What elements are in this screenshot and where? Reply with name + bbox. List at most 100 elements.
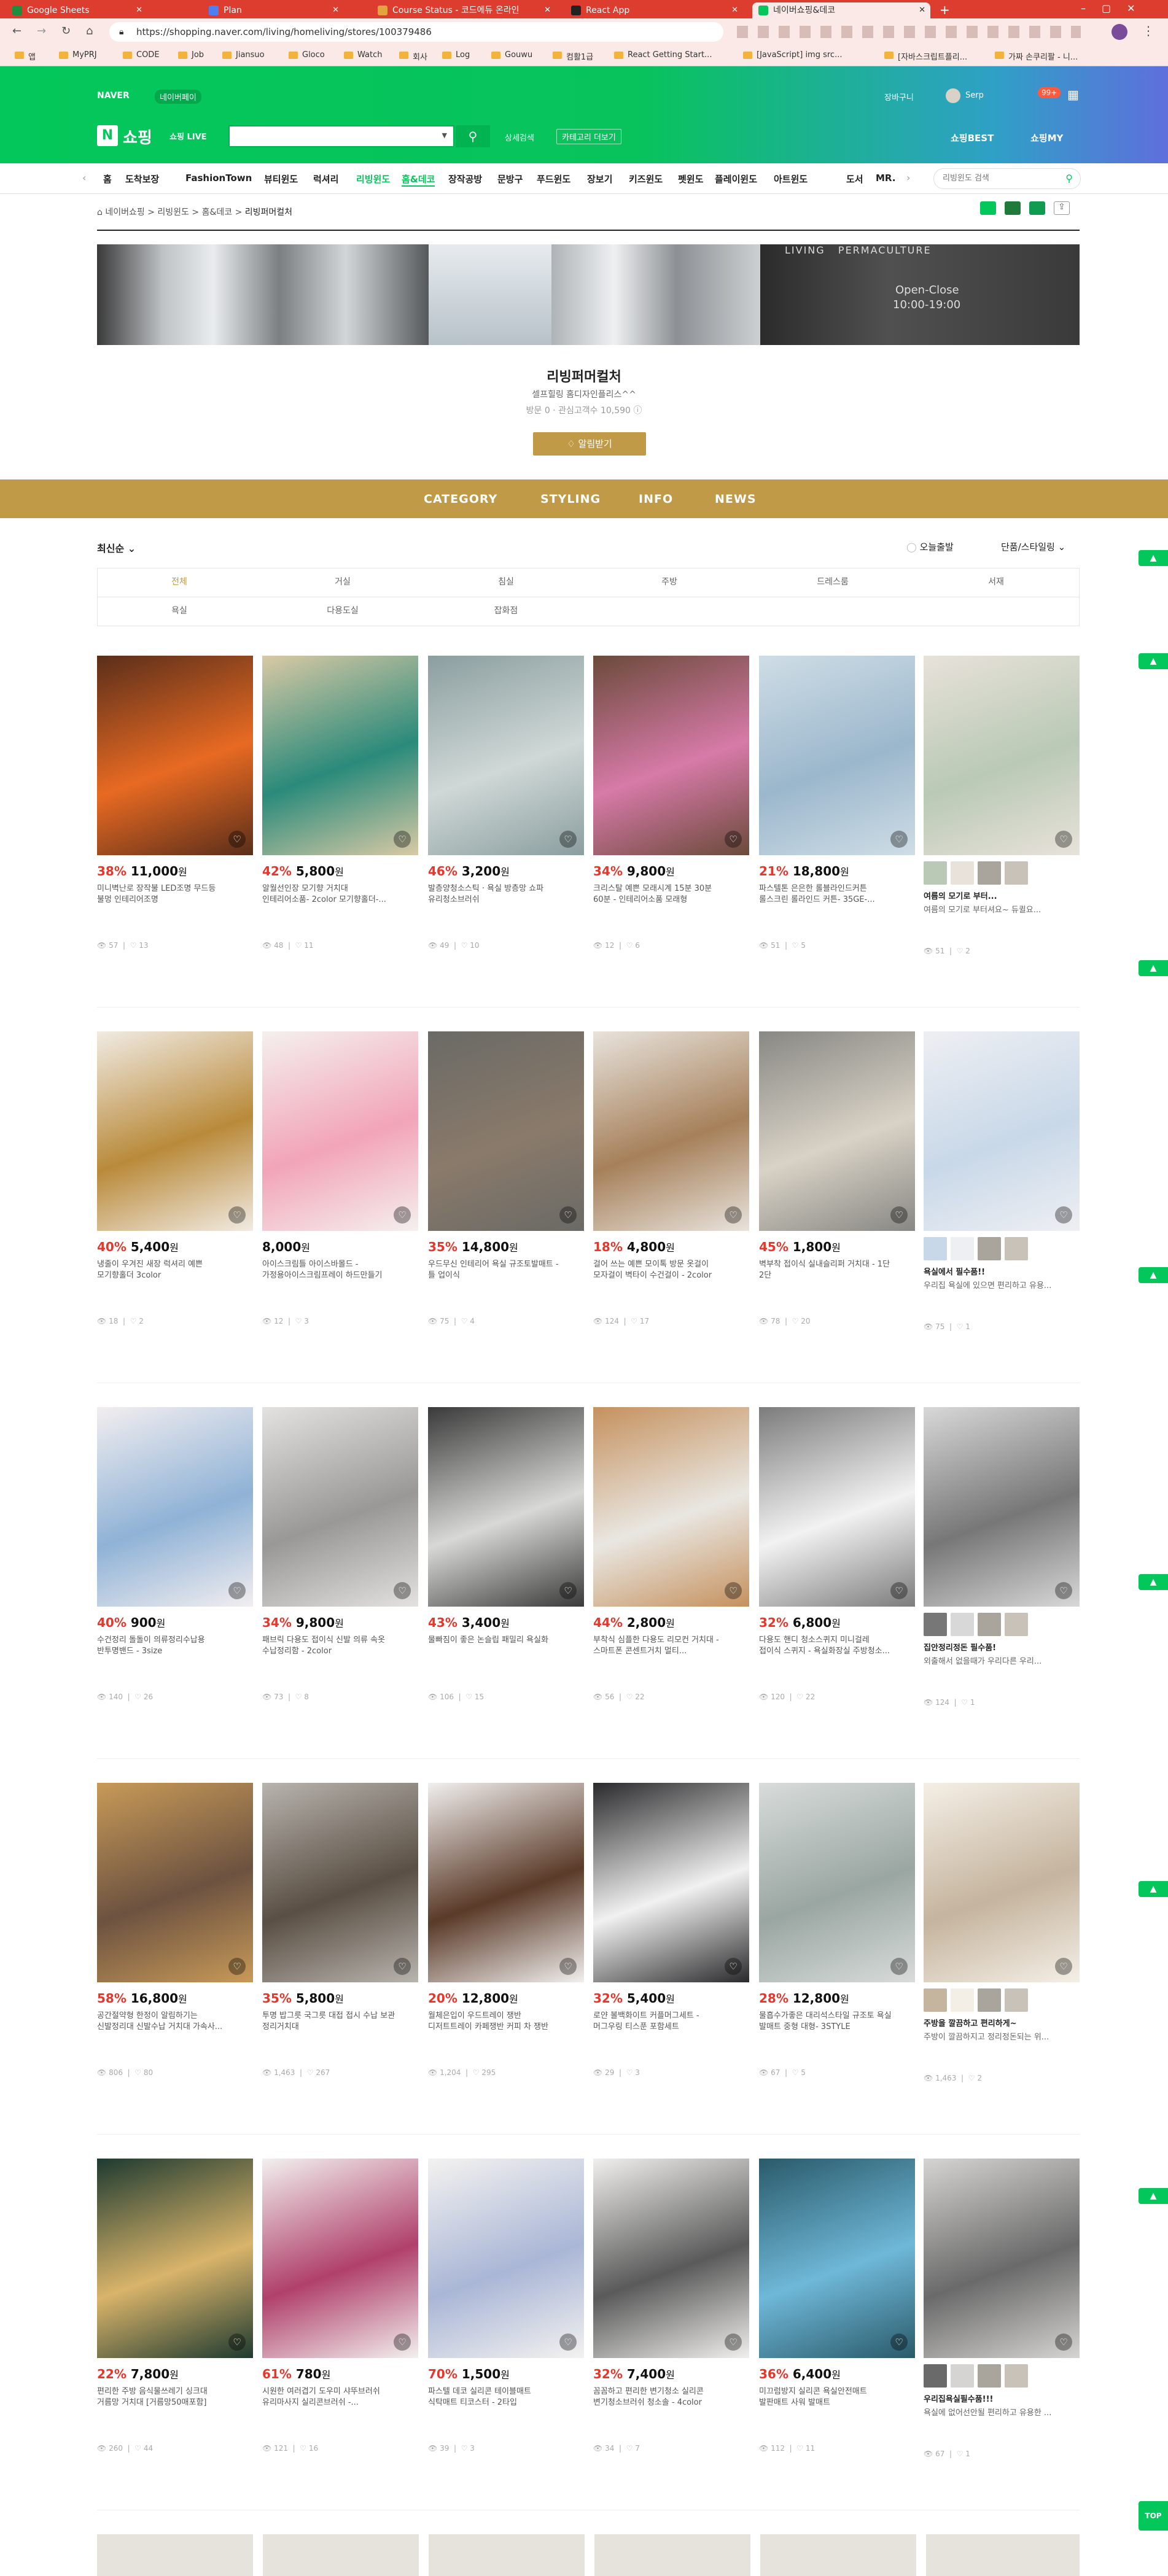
heart-icon[interactable]: ♡ — [394, 1582, 411, 1599]
product-name[interactable]: 물빠짐이 좋은 논슬립 패밀리 욕실화 — [428, 1635, 584, 1657]
bookmark-item[interactable]: 회사 — [399, 50, 427, 62]
product-name[interactable]: 냉줄이 우겨진 새장 럭셔리 예쁜 모기향홀더 3color — [97, 1259, 253, 1281]
side-tab-button[interactable]: ▲ — [1139, 960, 1168, 976]
gnb-item-pet[interactable]: 펫윈도 — [678, 173, 703, 185]
product-image[interactable]: ♡ — [593, 2159, 749, 2358]
gnb-item-delivery[interactable]: 도착보장 — [125, 173, 159, 185]
thumbnail[interactable] — [1005, 1613, 1028, 1636]
thumbnail[interactable] — [924, 1237, 947, 1260]
living-search-box[interactable]: ⚲ — [933, 168, 1081, 189]
styling-card[interactable]: ♡ 욕실에서 필수품!! 우리집 욕실에 있으면 편리하고 유용... 👁︎ 75 |… — [924, 1031, 1080, 1331]
style-thumbnails[interactable] — [924, 1613, 1080, 1637]
product-card[interactable]: ♡ 34% 9,800원 크리스탈 예쁜 모래시계 15분 30분 60분 - 인테… — [593, 656, 749, 950]
product-name[interactable]: 수건정리 돌돌이 의류정리수납용 반투명밴드 - 3size — [97, 1635, 253, 1657]
thumbnail[interactable] — [951, 1237, 974, 1260]
store-home-icon[interactable] — [1005, 201, 1021, 215]
product-name[interactable]: 로얀 볼백화이트 커플머그세트 - 머그우링 티스푼 포함세트 — [593, 2011, 749, 2033]
bookmark-item[interactable]: Gloco — [289, 50, 325, 60]
styling-summary[interactable]: 여름의 모기로 부터셔요~ 듀퀼요... — [924, 903, 1080, 915]
product-name[interactable]: 시원한 여러겹기 도우미 샤뚜브러쉬 유리마사지 실리콘브러쉬 -... — [262, 2386, 418, 2408]
talk-icon[interactable] — [980, 201, 996, 215]
product-image[interactable]: ♡ — [262, 2159, 418, 2358]
styling-card[interactable]: ♡ 여름의 모기로 부터... 여름의 모기로 부터셔요~ 듀퀼요... 👁︎ 51 … — [924, 656, 1080, 955]
style-thumbnails[interactable] — [924, 2364, 1080, 2389]
gnb-item-mr[interactable]: MR. — [876, 173, 895, 184]
info-icon[interactable]: ⓘ — [633, 406, 642, 416]
heart-icon[interactable]: ♡ — [725, 831, 742, 848]
styling-summary[interactable]: 주방이 깔끔하지고 정리정돈되는 위... — [924, 2030, 1080, 2042]
follow-button[interactable]: ♢ 알림받기 — [533, 432, 646, 456]
product-name[interactable]: 미끄럼방지 실리콘 욕실안전매트 발판매트 사워 발매트 — [759, 2386, 915, 2408]
product-image[interactable]: ♡ — [97, 1407, 253, 1607]
close-tab-icon[interactable]: ✕ — [544, 2, 551, 18]
address-bar[interactable]: 🔒︎ https://shopping.naver.com/living/home… — [109, 22, 723, 42]
thumbnail[interactable] — [1005, 1988, 1028, 2012]
browser-tab-naver[interactable]: 네이버쇼핑&데코 ✕ — [752, 2, 930, 18]
thumbnail[interactable] — [978, 1988, 1001, 2012]
heart-icon[interactable]: ♡ — [394, 2334, 411, 2351]
product-name[interactable]: 벽부착 접이식 실내슬리퍼 거치대 - 1단 2단 — [759, 1259, 915, 1281]
close-tab-icon[interactable]: ✕ — [731, 2, 738, 18]
product-name[interactable]: 알월선인장 모기향 거치대 인테리어소품- 2color 모기향홀더-... — [262, 883, 418, 906]
product-card[interactable]: ♡ 18% 4,800원 걸어 쓰는 예쁜 모이톡 방문 옷걸이 모자걸이 벽타이 … — [593, 1031, 749, 1325]
product-card[interactable]: ♡ 58% 16,800원 공간절약형 한정이 알림하기는 신발정리대 신발수납 거… — [97, 1783, 253, 2077]
product-card[interactable]: ♡ 42% 5,800원 알월선인장 모기향 거치대 인테리어소품- 2color … — [262, 656, 418, 950]
product-name[interactable]: 아이스크림틀 아이스바몰드 - 가정용아이스크림프레이 하드만들기 — [262, 1259, 418, 1281]
gnb-item-art[interactable]: 아트윈도 — [774, 173, 808, 185]
naver-brand[interactable]: NAVER — [97, 91, 130, 101]
product-image[interactable]: ♡ — [428, 1407, 584, 1607]
side-tab-button[interactable]: ▲ — [1139, 550, 1168, 566]
filter-living-room[interactable]: 거실 — [261, 568, 424, 596]
product-image[interactable]: ♡ — [759, 1407, 915, 1607]
heart-icon[interactable]: ♡ — [1055, 831, 1072, 848]
filter-utility[interactable]: 다용도실 — [261, 597, 424, 625]
gnb-item-food[interactable]: 푸드윈도 — [537, 173, 570, 185]
filter-bedroom[interactable]: 침실 — [424, 568, 588, 596]
filter-all[interactable]: 전체 — [98, 568, 261, 596]
product-card[interactable]: ♡ 70% 1,500원 파스텔 데코 실리콘 테이블매트 식탁매트 티코스터 - … — [428, 2159, 584, 2453]
style-thumbnails[interactable] — [924, 1237, 1080, 1262]
product-name[interactable]: 다용도 핸디 청소스퀴지 미니걸레 접이식 스퀴지 - 욕실화장실 주방청소..… — [759, 1635, 915, 1657]
nav-news[interactable]: NEWS — [715, 492, 757, 506]
browser-tab-course[interactable]: Course Status - 코드에듀 온라인 ✕ — [372, 2, 556, 18]
product-image[interactable]: ♡ — [97, 1783, 253, 1982]
heart-icon[interactable]: ♡ — [559, 1958, 577, 1975]
bookmark-item[interactable]: CODE — [123, 50, 160, 60]
thumbnail[interactable] — [1005, 2364, 1028, 2388]
product-card[interactable]: ♡ 43% 3,400원 물빠짐이 좋은 논슬립 패밀리 욕실화 👁︎ 106 | ♡… — [428, 1407, 584, 1701]
thumbnail[interactable] — [978, 2364, 1001, 2388]
product-image[interactable]: ♡ — [759, 1783, 915, 1982]
bookmark-item[interactable]: [JavaScript] img src... — [743, 50, 842, 60]
product-card[interactable]: ♡ 32% 5,400원 로얀 볼백화이트 커플머그세트 - 머그우링 티스푼 포함… — [593, 1783, 749, 2077]
sort-dropdown[interactable]: 최신순 ⌄ — [97, 540, 136, 555]
bookmark-item[interactable]: MyPRJ — [59, 50, 97, 60]
gnb-prev-icon[interactable]: ‹ — [82, 172, 86, 184]
bookmark-item[interactable]: Log — [442, 50, 470, 60]
product-name[interactable]: 부착식 심플한 다용도 리모컨 거치대 - 스마트폰 콘센트거치 멀티... — [593, 1635, 749, 1657]
gnb-item-home[interactable]: 홈 — [103, 173, 112, 185]
product-image[interactable]: ♡ — [428, 656, 584, 855]
product-card[interactable]: ♡ 36% 6,400원 미끄럼방지 실리콘 욕실안전매트 발판매트 사워 발매트 👁… — [759, 2159, 915, 2453]
gnb-item-beauty[interactable]: 뷰티윈도 — [264, 173, 298, 185]
styling-title[interactable]: 욕실에서 필수품!! — [924, 1265, 1080, 1277]
bookmark-item[interactable]: 가짜 손쿠리팔 - 니... — [995, 50, 1078, 62]
thumbnail[interactable] — [978, 1237, 1001, 1260]
styling-summary[interactable]: 우리집 욕실에 있으면 편리하고 유용... — [924, 1279, 1080, 1290]
styling-card[interactable]: ♡ 집안정리정돈 필수품! 외출해서 없을때가 우리다른 우리... 👁︎ 124 |… — [924, 1407, 1080, 1707]
product-image[interactable]: ♡ — [759, 1031, 915, 1231]
product-card[interactable]: ♡ 46% 3,200원 발층양청소스틱 · 욕실 방층망 쇼파 유리청소브러쉬 👁︎… — [428, 656, 584, 950]
avatar[interactable] — [946, 88, 960, 103]
product-name[interactable]: 발층양청소스틱 · 욕실 방층망 쇼파 유리청소브러쉬 — [428, 883, 584, 906]
close-tab-icon[interactable]: ✕ — [919, 2, 925, 18]
product-image[interactable]: ♡ — [428, 1031, 584, 1231]
product-name[interactable]: 미니벽난로 장작불 LED조명 무드등 불멍 인테리어조명 — [97, 883, 253, 906]
search-input[interactable] — [235, 126, 419, 145]
thumbnail[interactable] — [951, 861, 974, 885]
product-image[interactable]: ♡ — [262, 1783, 418, 1982]
product-card[interactable]: ♡ 40% 900원 수건정리 돌돌이 의류정리수납용 반투명밴드 - 3size 👁… — [97, 1407, 253, 1701]
product-image[interactable]: ♡ — [924, 2159, 1080, 2358]
nav-category[interactable]: CATEGORY — [424, 492, 497, 506]
product-card[interactable]: ♡ 32% 6,800원 다용도 핸디 청소스퀴지 미니걸레 접이식 스퀴지 - 욕… — [759, 1407, 915, 1701]
product-card[interactable]: ♡ 28% 12,800원 물흡수가좋은 대리석스타일 규조토 욕실 발매트 중형 … — [759, 1783, 915, 2077]
product-card[interactable]: ♡ 44% 2,800원 부착식 심플한 다용도 리모컨 거치대 - 스마트폰 콘센… — [593, 1407, 749, 1701]
